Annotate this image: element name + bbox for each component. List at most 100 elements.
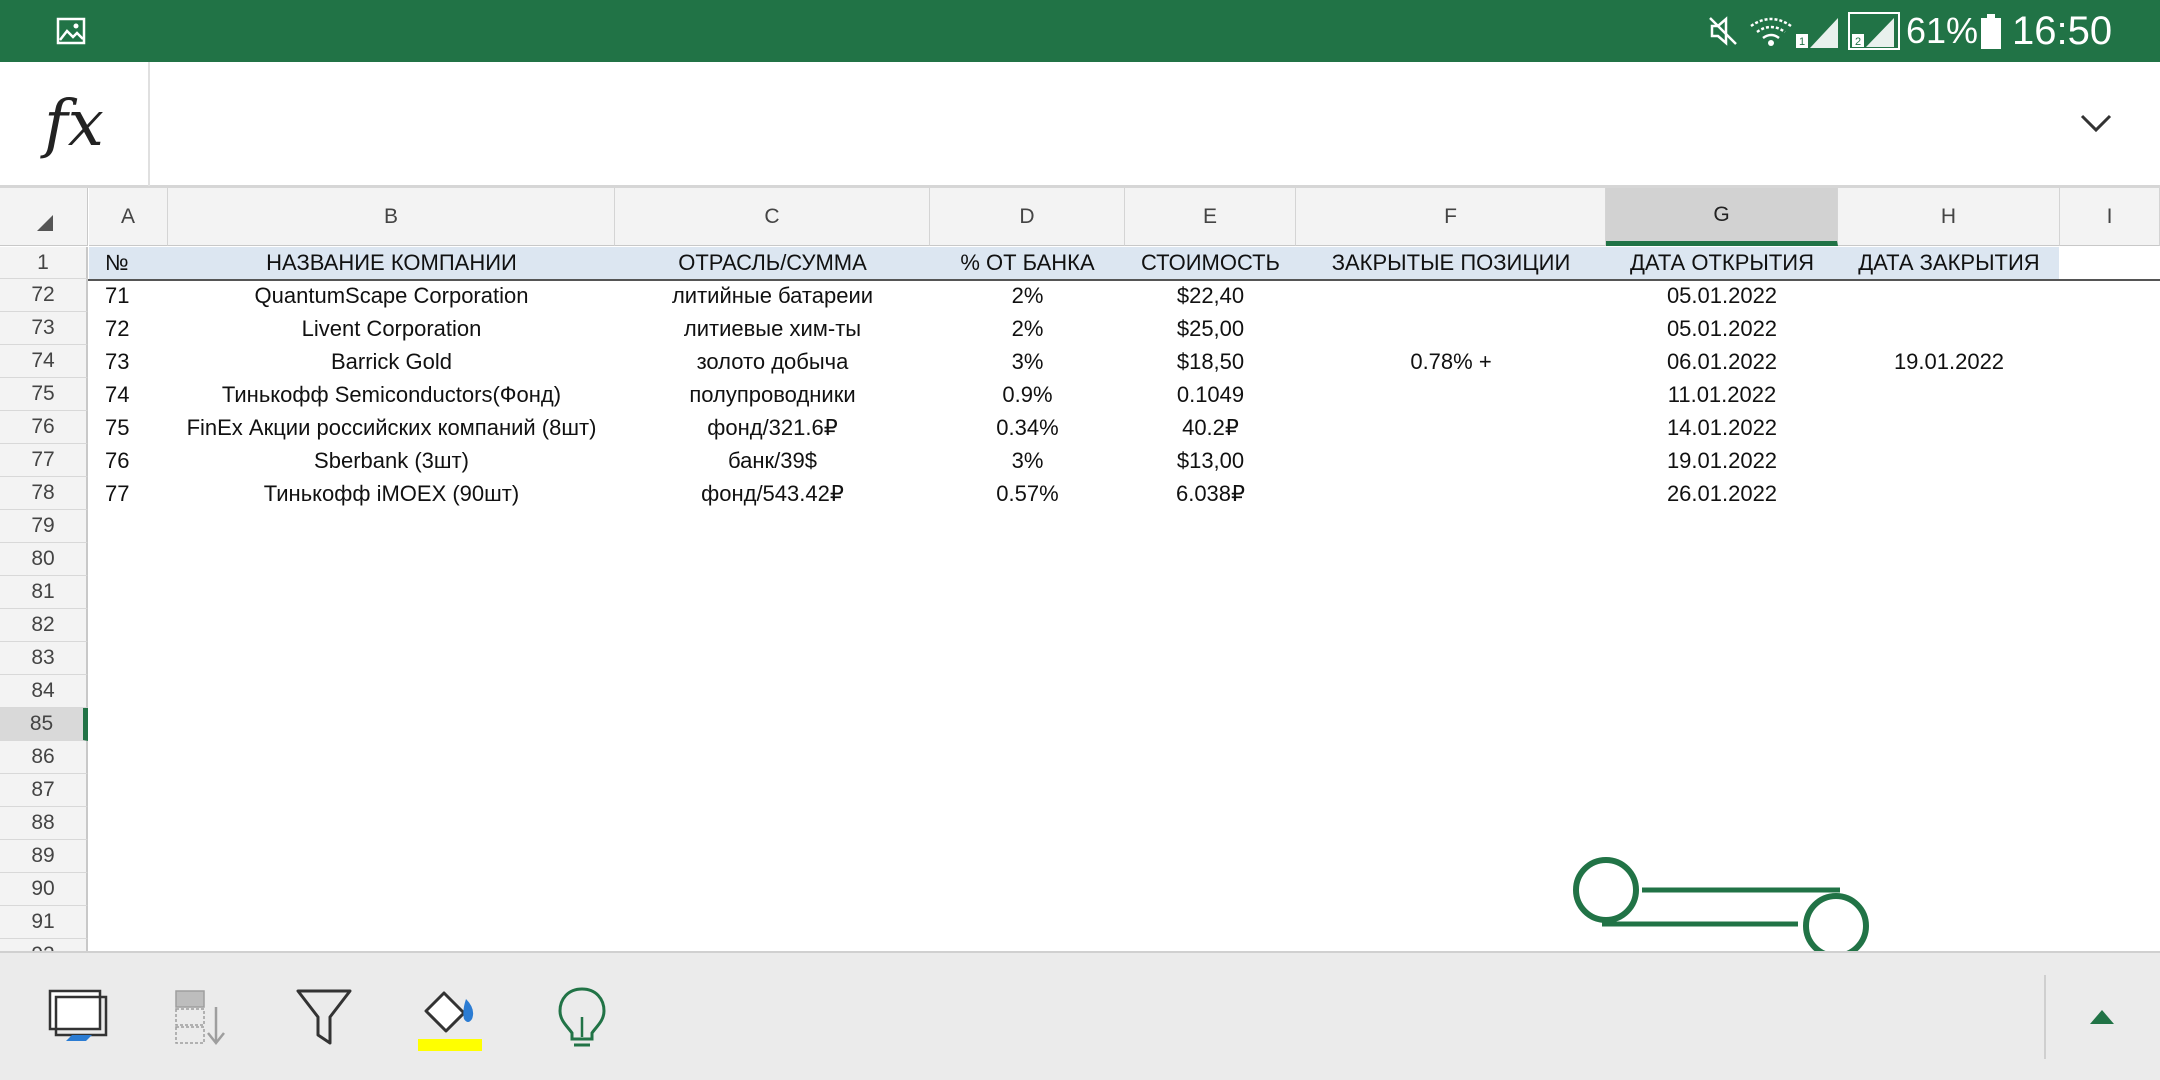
cell-d73[interactable]: 2% xyxy=(930,312,1125,345)
cell-a78[interactable]: 77 xyxy=(89,477,168,510)
cell-a73[interactable]: 72 xyxy=(89,312,168,345)
cell-d72[interactable]: 2% xyxy=(930,279,1125,312)
cell-g80[interactable] xyxy=(1606,543,1838,576)
cell-d78[interactable]: 0.57% xyxy=(930,477,1125,510)
cell-a81[interactable] xyxy=(89,576,168,609)
row-header-87[interactable]: 87 xyxy=(0,774,88,807)
cell-g88[interactable] xyxy=(1606,807,1838,840)
cell-i92[interactable] xyxy=(2060,939,2160,951)
expand-up-icon[interactable] xyxy=(2066,981,2138,1053)
select-objects-icon[interactable] xyxy=(40,981,112,1053)
cell-b88[interactable] xyxy=(168,807,615,840)
cell-d84[interactable] xyxy=(930,675,1125,708)
row-header-77[interactable]: 77 xyxy=(0,444,88,477)
spreadsheet-grid[interactable]: ABCDEFGHI 1 № НАЗВАНИЕ КОМПАНИИ ОТРАСЛЬ/СУМ… xyxy=(0,188,2160,951)
cell-b76[interactable]: FinEx Акции российских компаний (8шт) xyxy=(168,411,615,444)
cell-g82[interactable] xyxy=(1606,609,1838,642)
cell-f83[interactable] xyxy=(1296,642,1606,675)
row-header-74[interactable]: 74 xyxy=(0,345,88,378)
header-cell-e[interactable]: СТОИМОСТЬ xyxy=(1125,247,1296,279)
cell-b73[interactable]: Livent Corporation xyxy=(168,312,615,345)
cell-f75[interactable] xyxy=(1296,378,1606,411)
row-header-88[interactable]: 88 xyxy=(0,807,88,840)
header-cell-g[interactable]: ДАТА ОТКРЫТИЯ xyxy=(1606,247,1838,279)
cell-d92[interactable] xyxy=(930,939,1125,951)
cell-d74[interactable]: 3% xyxy=(930,345,1125,378)
cell-e87[interactable] xyxy=(1125,774,1296,807)
cell-b85[interactable] xyxy=(168,708,615,741)
cell-f91[interactable] xyxy=(1296,906,1606,939)
cell-d86[interactable] xyxy=(930,741,1125,774)
cell-c73[interactable]: литиевые хим-ты xyxy=(615,312,930,345)
row-header-76[interactable]: 76 xyxy=(0,411,88,444)
cell-h77[interactable] xyxy=(1838,444,2060,477)
cell-a85[interactable] xyxy=(89,708,168,741)
cell-a82[interactable] xyxy=(89,609,168,642)
header-cell-a[interactable]: № xyxy=(89,247,168,279)
cell-b82[interactable] xyxy=(168,609,615,642)
cell-h83[interactable] xyxy=(1838,642,2060,675)
cell-e85[interactable] xyxy=(1125,708,1296,741)
cell-i91[interactable] xyxy=(2060,906,2160,939)
cell-c84[interactable] xyxy=(615,675,930,708)
cell-b72[interactable]: QuantumScape Corporation xyxy=(168,279,615,312)
cell-e81[interactable] xyxy=(1125,576,1296,609)
row-header-78[interactable]: 78 xyxy=(0,477,88,510)
cell-c80[interactable] xyxy=(615,543,930,576)
select-all-corner[interactable] xyxy=(0,188,88,246)
cell-i82[interactable] xyxy=(2060,609,2160,642)
cell-b87[interactable] xyxy=(168,774,615,807)
cell-i74[interactable] xyxy=(2060,345,2160,378)
header-cell-i[interactable] xyxy=(2060,247,2160,279)
row-header-84[interactable]: 84 xyxy=(0,675,88,708)
cell-d77[interactable]: 3% xyxy=(930,444,1125,477)
cell-e74[interactable]: $18,50 xyxy=(1125,345,1296,378)
row-header-86[interactable]: 86 xyxy=(0,741,88,774)
row-header-90[interactable]: 90 xyxy=(0,873,88,906)
cell-c88[interactable] xyxy=(615,807,930,840)
cell-b90[interactable] xyxy=(168,873,615,906)
cell-f74[interactable]: 0.78% + xyxy=(1296,345,1606,378)
cell-e89[interactable] xyxy=(1125,840,1296,873)
cell-h86[interactable] xyxy=(1838,741,2060,774)
cell-f78[interactable] xyxy=(1296,477,1606,510)
cell-c77[interactable]: банк/39$ xyxy=(615,444,930,477)
cell-h74[interactable]: 19.01.2022 xyxy=(1838,345,2060,378)
cell-c81[interactable] xyxy=(615,576,930,609)
column-header-f[interactable]: F xyxy=(1296,188,1606,246)
cell-c79[interactable] xyxy=(615,510,930,543)
cell-e80[interactable] xyxy=(1125,543,1296,576)
cell-a72[interactable]: 71 xyxy=(89,279,168,312)
row-header-82[interactable]: 82 xyxy=(0,609,88,642)
cell-i90[interactable] xyxy=(2060,873,2160,906)
cell-i78[interactable] xyxy=(2060,477,2160,510)
cell-d89[interactable] xyxy=(930,840,1125,873)
cell-b92[interactable] xyxy=(168,939,615,951)
row-header-1[interactable]: 1 xyxy=(0,247,88,279)
cell-f88[interactable] xyxy=(1296,807,1606,840)
cell-g76[interactable]: 14.01.2022 xyxy=(1606,411,1838,444)
cell-d87[interactable] xyxy=(930,774,1125,807)
cell-g86[interactable] xyxy=(1606,741,1838,774)
header-cell-f[interactable]: ЗАКРЫТЫЕ ПОЗИЦИИ xyxy=(1296,247,1606,279)
cell-a89[interactable] xyxy=(89,840,168,873)
cell-e92[interactable] xyxy=(1125,939,1296,951)
cell-f86[interactable] xyxy=(1296,741,1606,774)
cell-a77[interactable]: 76 xyxy=(89,444,168,477)
cell-d83[interactable] xyxy=(930,642,1125,675)
row-header-79[interactable]: 79 xyxy=(0,510,88,543)
cell-f82[interactable] xyxy=(1296,609,1606,642)
cell-a75[interactable]: 74 xyxy=(89,378,168,411)
cell-d91[interactable] xyxy=(930,906,1125,939)
fill-color-icon[interactable] xyxy=(414,981,486,1053)
cell-i79[interactable] xyxy=(2060,510,2160,543)
cell-c74[interactable]: золото добыча xyxy=(615,345,930,378)
cell-i88[interactable] xyxy=(2060,807,2160,840)
cell-f79[interactable] xyxy=(1296,510,1606,543)
cell-e86[interactable] xyxy=(1125,741,1296,774)
row-header-92[interactable]: 92 xyxy=(0,939,88,951)
cell-g81[interactable] xyxy=(1606,576,1838,609)
cell-i85[interactable] xyxy=(2060,708,2160,741)
cell-g85[interactable] xyxy=(1606,708,1838,741)
header-cell-d[interactable]: % ОТ БАНКА xyxy=(930,247,1125,279)
